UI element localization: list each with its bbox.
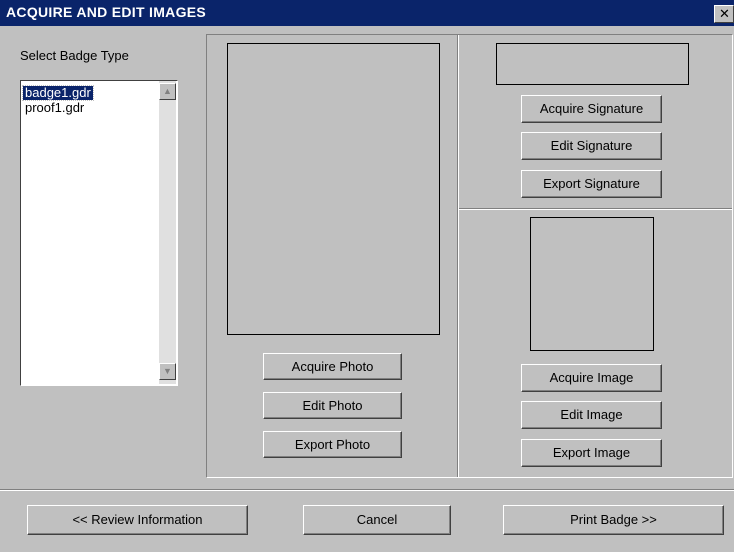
- acquire-photo-button[interactable]: Acquire Photo: [263, 353, 402, 380]
- signature-frame: [496, 43, 689, 85]
- window-title: ACQUIRE AND EDIT IMAGES: [6, 4, 207, 20]
- footer-separator: [0, 489, 734, 491]
- image-frame: [530, 217, 654, 351]
- panel-divider-vertical: [457, 35, 459, 477]
- export-image-button[interactable]: Export Image: [521, 439, 662, 467]
- list-scrollbar[interactable]: ▲ ▼: [159, 81, 176, 384]
- select-badge-type-label: Select Badge Type: [20, 48, 129, 63]
- edit-signature-button[interactable]: Edit Signature: [521, 132, 662, 160]
- list-item-proof1[interactable]: proof1.gdr: [23, 101, 86, 115]
- cancel-button[interactable]: Cancel: [303, 505, 451, 535]
- scroll-up-button[interactable]: ▲: [159, 83, 176, 100]
- chevron-down-icon: ▼: [163, 366, 172, 376]
- list-item-badge1[interactable]: badge1.gdr: [22, 85, 94, 101]
- acquire-signature-button[interactable]: Acquire Signature: [521, 95, 662, 123]
- acquire-image-button[interactable]: Acquire Image: [521, 364, 662, 392]
- export-photo-button[interactable]: Export Photo: [263, 431, 402, 458]
- close-icon: ✕: [719, 6, 730, 21]
- print-badge-button[interactable]: Print Badge >>: [503, 505, 724, 535]
- edit-image-button[interactable]: Edit Image: [521, 401, 662, 429]
- panel-divider-horizontal: [459, 208, 732, 210]
- chevron-up-icon: ▲: [163, 86, 172, 96]
- photo-frame: [227, 43, 440, 335]
- review-information-button[interactable]: << Review Information: [27, 505, 248, 535]
- badge-type-list[interactable]: badge1.gdr proof1.gdr ▲ ▼: [20, 80, 178, 386]
- close-button[interactable]: ✕: [714, 5, 734, 23]
- edit-photo-button[interactable]: Edit Photo: [263, 392, 402, 419]
- scroll-down-button[interactable]: ▼: [159, 363, 176, 380]
- export-signature-button[interactable]: Export Signature: [521, 170, 662, 198]
